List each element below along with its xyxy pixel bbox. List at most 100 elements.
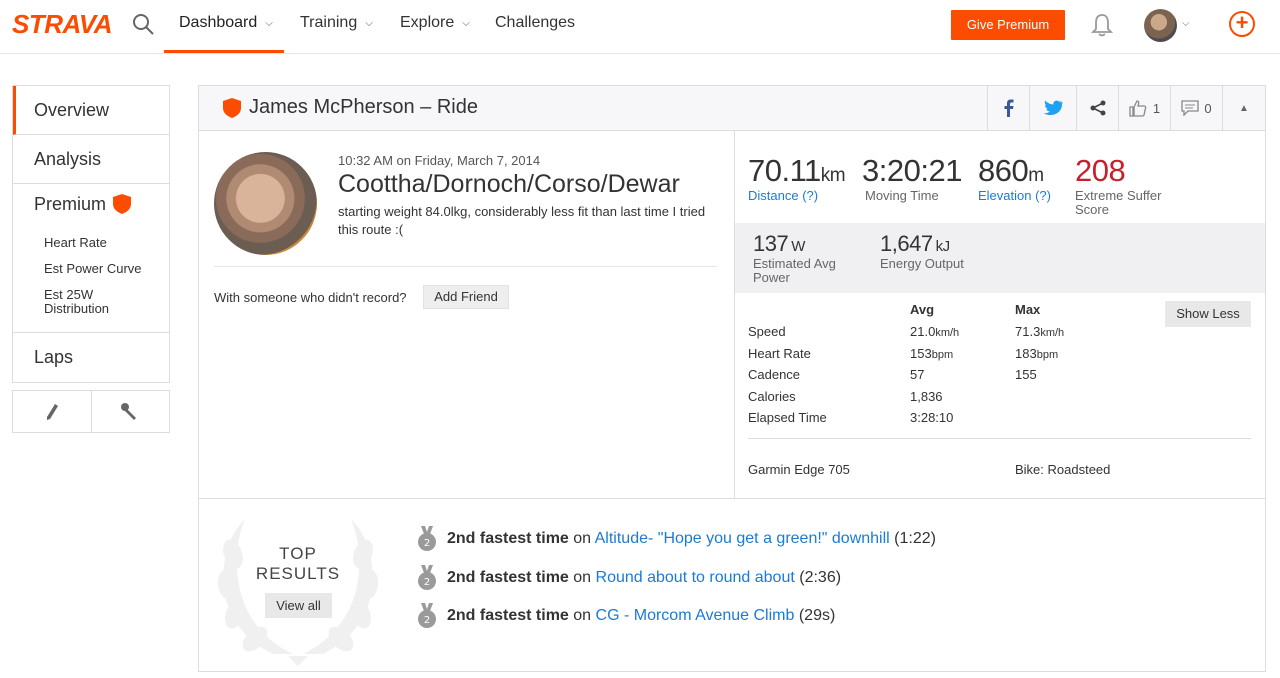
activity-title: James McPherson – Ride <box>249 96 478 118</box>
power-label-2: Power <box>753 270 790 285</box>
heart-rate-avg-value: 153 <box>910 346 932 361</box>
add-friend-button[interactable]: Add Friend <box>423 285 509 309</box>
stat-moving-time: 3:20:21 Moving Time <box>862 153 962 203</box>
heart-rate-max-unit: bpm <box>1036 349 1059 361</box>
result-item: 2 2nd fastest time on CG - Morcom Avenue … <box>417 603 835 629</box>
nav-training[interactable]: Training ⌵ <box>300 0 373 53</box>
result-rank: 2nd fastest time <box>447 569 569 587</box>
stat-suffer-score: 208 Extreme Suffer Score <box>1075 153 1161 217</box>
give-premium-button[interactable]: Give Premium <box>951 10 1065 40</box>
activity-actions: 1 0 ▲ <box>987 86 1265 130</box>
result-time: (1:22) <box>894 530 936 548</box>
sidebar-premium-section: Premium Heart Rate Est Power Curve Est 2… <box>13 184 169 333</box>
top-results-heading: TOP RESULTS <box>255 544 341 583</box>
chevron-down-icon: ⌵ <box>365 18 373 29</box>
power-unit: W <box>791 238 805 255</box>
sidebar: Overview Analysis Premium Heart Rate Est… <box>12 85 170 383</box>
share-button[interactable] <box>1076 86 1118 130</box>
distance-label[interactable]: Distance (?) <box>748 189 845 203</box>
collapse-button[interactable]: ▲ <box>1222 86 1265 130</box>
cadence-avg: 57 <box>910 367 925 382</box>
distance-unit: km <box>820 165 846 186</box>
twitter-share-button[interactable] <box>1029 86 1076 130</box>
search-icon[interactable] <box>131 12 155 36</box>
stat-distance: 70.11km Distance (?) <box>748 153 846 203</box>
suffer-score-label-1: Extreme Suffer <box>1075 188 1162 203</box>
divider <box>214 266 717 267</box>
facebook-share-button[interactable] <box>987 86 1029 130</box>
segment-link[interactable]: Round about to round about <box>596 569 795 586</box>
elevation-label[interactable]: Elevation (?) <box>978 189 1051 203</box>
kudos-button[interactable]: 1 <box>1118 86 1170 130</box>
activity-description: starting weight 84.0lkg, considerably le… <box>338 204 706 237</box>
chevron-down-icon: ⌵ <box>265 18 273 29</box>
comments-button[interactable]: 0 <box>1170 86 1222 130</box>
result-rank: 2nd fastest time <box>447 607 569 625</box>
nav-challenges-label: Challenges <box>495 14 576 31</box>
silver-medal-icon: 2 <box>418 526 436 551</box>
max-header: Max <box>1015 302 1041 317</box>
bike-name[interactable]: Bike: Roadsteed <box>1015 462 1110 477</box>
moving-time-label: Moving Time <box>865 188 939 203</box>
energy-unit: kJ <box>935 238 951 255</box>
row-label-cadence: Cadence <box>748 367 801 382</box>
result-rank: 2nd fastest time <box>447 530 569 548</box>
row-label-calories: Calories <box>748 389 796 404</box>
nav-dashboard[interactable]: Dashboard ⌵ <box>164 0 284 53</box>
show-less-button[interactable]: Show Less <box>1165 301 1251 327</box>
silver-medal-icon: 2 <box>418 603 436 628</box>
tools-button[interactable] <box>90 391 170 432</box>
twitter-icon <box>1043 100 1063 116</box>
divider <box>199 498 1265 499</box>
strava-logo[interactable]: STRAVA <box>12 9 113 40</box>
thumbs-up-icon <box>1129 100 1147 117</box>
kudos-count: 1 <box>1152 100 1161 116</box>
heart-rate-max: 183bpm <box>1015 346 1058 361</box>
view-all-button[interactable]: View all <box>265 593 332 618</box>
chevron-down-icon: ⌵ <box>462 18 470 29</box>
wrench-icon <box>121 402 137 420</box>
avatar[interactable] <box>1144 9 1177 42</box>
premium-shield-icon <box>113 194 131 214</box>
speed-avg: 21.0km/h <box>910 324 959 339</box>
result-item: 2 2nd fastest time on Round about to roun… <box>417 565 841 591</box>
sidebar-item-est-power-curve[interactable]: Est Power Curve <box>13 262 169 276</box>
sidebar-item-laps[interactable]: Laps <box>13 333 169 382</box>
speed-max-unit: km/h <box>1040 327 1065 339</box>
nav-dashboard-label: Dashboard <box>179 14 258 31</box>
speed-max-value: 71.3 <box>1015 324 1041 339</box>
result-item: 2 2nd fastest time on Altitude- "Hope you… <box>417 526 936 552</box>
activity-card: James McPherson – Ride 1 0 ▲ 10:32 AM on… <box>198 85 1266 672</box>
heart-rate-max-value: 183 <box>1015 346 1037 361</box>
sidebar-item-overview[interactable]: Overview <box>13 86 169 135</box>
nav-explore[interactable]: Explore ⌵ <box>400 0 470 53</box>
suffer-score-value: 208 <box>1075 153 1126 188</box>
athlete-avatar[interactable] <box>214 152 317 255</box>
heart-rate-avg: 153bpm <box>910 346 953 361</box>
premium-label: Premium <box>34 194 107 214</box>
share-icon <box>1090 100 1105 116</box>
laurel-wreath-icon <box>217 519 379 666</box>
segment-link[interactable]: CG - Morcom Avenue Climb <box>596 607 795 624</box>
sidebar-item-analysis[interactable]: Analysis <box>13 135 169 184</box>
svg-text:2: 2 <box>424 577 430 588</box>
stats-panel: 70.11km Distance (?) 3:20:21 Moving Time… <box>734 131 1265 498</box>
edit-button[interactable] <box>13 391 91 432</box>
speed-avg-value: 21.0 <box>910 324 936 339</box>
sidebar-item-est-25w-distribution[interactable]: Est 25W Distribution <box>13 288 113 316</box>
elapsed-time-avg: 3:28:10 <box>910 410 954 425</box>
plus-icon[interactable]: + <box>1229 11 1255 37</box>
divider <box>748 438 1251 439</box>
sidebar-item-heart-rate[interactable]: Heart Rate <box>13 236 169 250</box>
bell-icon[interactable] <box>1091 13 1113 37</box>
nav-explore-label: Explore <box>400 14 455 31</box>
result-on: on <box>573 607 592 625</box>
result-time: (2:36) <box>799 569 842 587</box>
comment-count: 0 <box>1204 100 1212 116</box>
segment-link[interactable]: Altitude- "Hope you get a green!" downhi… <box>595 530 890 547</box>
chevron-down-icon[interactable]: ⌵ <box>1182 18 1190 29</box>
speed-max: 71.3km/h <box>1015 324 1064 339</box>
result-time: (29s) <box>798 607 836 625</box>
sidebar-item-premium[interactable]: Premium <box>13 184 169 224</box>
nav-challenges[interactable]: Challenges <box>495 0 575 53</box>
